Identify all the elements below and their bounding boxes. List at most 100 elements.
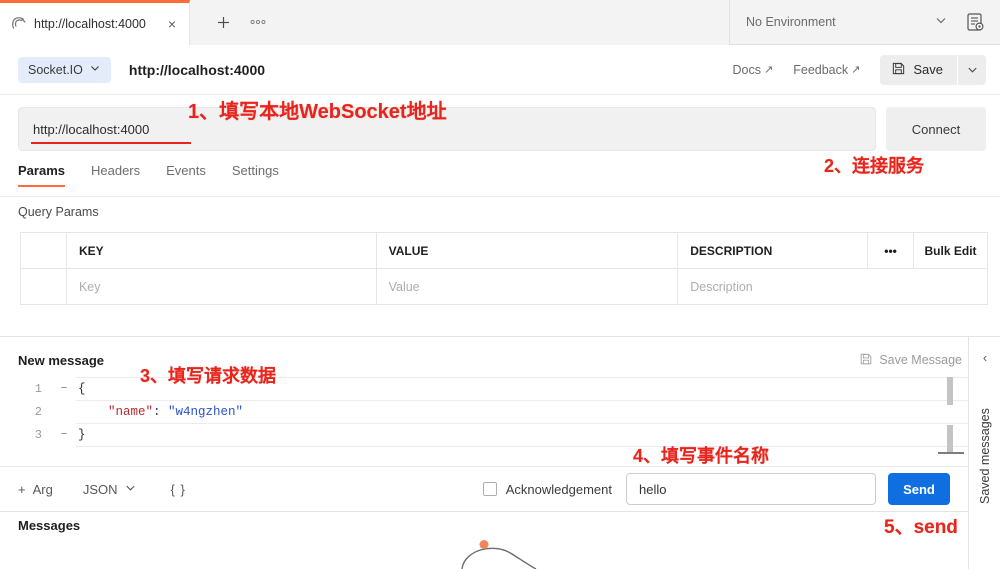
collapse-panel-icon[interactable]: ‹ [969,347,1000,367]
body-type-selector[interactable]: JSON [83,481,137,497]
annotation-step-5: 5、send [884,517,958,538]
table-options-button[interactable]: ••• [867,232,915,269]
add-arg-button[interactable]: + Arg [18,482,53,497]
save-options-button[interactable] [958,54,986,85]
plus-icon [217,16,229,28]
tab-label: http://localhost:4000 [34,17,146,31]
request-title: http://localhost:4000 [128,61,266,78]
url-input-value: http://localhost:4000 [33,121,150,137]
column-header-description: DESCRIPTION [677,232,869,269]
tab-strip-left: http://localhost:4000 × [0,0,730,45]
environment-selector[interactable]: No Environment [730,0,964,44]
chevron-down-icon [934,13,948,32]
environment-name: No Environment [746,15,836,29]
code-token-colon: : [153,404,169,419]
tab-headers[interactable]: Headers [91,163,140,187]
scrollbar-thumb[interactable] [947,425,953,453]
query-params-title: Query Params [18,205,99,219]
external-link-icon: ↗ [851,64,861,76]
annotation-underline-url [31,141,191,144]
fold-toggle-icon[interactable]: − [56,429,72,441]
code-token: } [78,427,86,442]
tab-strip: http://localhost:4000 × No Environment [0,0,1000,45]
editor-scrollbar[interactable] [946,377,954,453]
environment-quick-look-icon[interactable] [964,11,986,33]
plus-icon: + [18,481,26,497]
floppy-disk-icon [891,61,906,79]
line-number: 1 [34,381,42,396]
acknowledgement-checkbox[interactable] [482,482,497,496]
fold-toggle-icon[interactable]: − [56,383,72,395]
message-body-editor[interactable]: 1 − { 2 "name": "w4ngzhen" 3 − } [0,377,968,467]
chevron-down-icon [89,62,101,77]
bulk-edit-button[interactable]: Bulk Edit [925,244,977,258]
external-link-icon: ↗ [764,64,774,76]
empty-state-illustration [452,540,562,569]
tab-settings[interactable]: Settings [232,163,279,187]
editor-resize-handle[interactable] [938,452,964,454]
request-tab-active[interactable]: http://localhost:4000 × [0,0,190,45]
chevron-down-icon [967,67,977,73]
description-input-placeholder: Description [690,279,753,294]
annotation-step-1: 1、填写本地WebSocket地址 [188,101,447,123]
annotation-step-4: 4、填写事件名称 [633,446,770,466]
event-name-input[interactable]: hello [626,473,876,505]
table-row: Key Value Description [20,268,988,305]
tab-options-button[interactable] [240,0,276,44]
messages-divider [0,511,968,512]
ellipsis-icon [250,19,266,25]
tab-params[interactable]: Params [18,163,65,187]
url-input[interactable]: http://localhost:4000 [18,107,876,151]
value-input-placeholder: Value [388,279,420,294]
query-params-table: KEY VALUE DESCRIPTION ••• Bulk Edit Key … [20,232,988,305]
request-header-row: Socket.IO http://localhost:4000 Docs ↗ F… [0,45,1000,95]
docs-link[interactable]: Docs ↗ [733,63,774,77]
tabs-divider [0,196,1000,197]
scrollbar-thumb[interactable] [947,377,953,405]
code-line: 3 − } [0,423,968,446]
feedback-link[interactable]: Feedback ↗ [793,63,860,77]
feedback-label: Feedback [793,62,849,77]
arg-toolbar: + Arg JSON { } Acknowledgement hello Sen… [0,467,968,511]
request-tabs: Params Headers Events Settings [18,163,279,197]
line-number: 2 [34,404,42,419]
body-type-label: JSON [82,481,118,497]
column-header-value: VALUE [375,232,679,269]
acknowledgement-label: Acknowledgement [505,481,612,497]
save-button[interactable]: Save [880,54,957,85]
annotation-step-3: 3、填写请求数据 [140,366,277,386]
send-button[interactable]: Send [888,473,950,505]
saved-messages-rail: ‹ Saved messages [968,337,1000,569]
protocol-label: Socket.IO [28,62,83,77]
socketio-icon [11,16,27,32]
save-label: Save [913,62,943,77]
connect-button[interactable]: Connect [886,107,986,151]
save-message-label: Save Message [879,353,962,367]
code-line: 2 "name": "w4ngzhen" [0,400,968,423]
tab-events[interactable]: Events [166,163,206,187]
chevron-down-icon [124,481,137,497]
annotation-step-2: 2、连接服务 [824,156,925,176]
header-actions: Docs ↗ Feedback ↗ Save [733,54,1000,85]
line-number: 3 [34,427,42,442]
protocol-selector[interactable]: Socket.IO [18,56,111,83]
floppy-disk-icon [859,352,873,369]
close-icon[interactable]: × [164,16,180,32]
key-input-placeholder: Key [78,279,101,294]
beautify-button[interactable]: { } [171,482,186,497]
saved-messages-label[interactable]: Saved messages [969,381,1000,531]
column-header-key: KEY [65,232,377,269]
code-token-string: "w4ngzhen" [168,404,244,419]
environment-area: No Environment [730,0,1000,44]
messages-title: Messages [18,518,81,533]
acknowledgement-toggle[interactable]: Acknowledgement [482,481,612,497]
code-token-key: "name" [78,404,154,419]
table-header-row: KEY VALUE DESCRIPTION ••• Bulk Edit [20,232,988,269]
event-name-value: hello [639,481,667,497]
docs-label: Docs [732,62,762,77]
save-message-button[interactable]: Save Message [859,352,962,369]
row-checkbox-cell[interactable] [20,268,67,305]
new-message-title: New message [18,352,104,368]
add-arg-label: Arg [32,481,53,497]
postman-websocket-window: http://localhost:4000 × No Environment S… [0,0,1000,569]
